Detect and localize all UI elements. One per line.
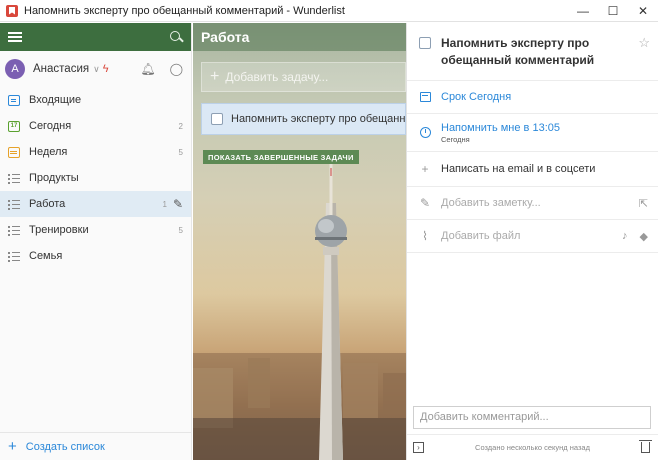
list-icon [8,251,20,262]
minimize-button[interactable]: — [568,0,598,22]
user-row[interactable]: А Анастасия ∨ ϟ 🔔︎ ◯ [0,51,191,87]
wunderlist-logo-icon [6,4,18,17]
sidebar-item-count: 5 [178,147,183,157]
due-date-row[interactable]: Срок Сегодня [407,81,658,114]
chevron-down-icon[interactable]: ∨ [93,64,100,75]
close-button[interactable]: ✕ [628,0,658,22]
paperclip-icon: ⌇ [422,229,428,243]
detail-title[interactable]: Напомнить эксперту про обещанный коммент… [441,35,638,69]
show-completed-button[interactable]: ПОКАЗАТЬ ЗАВЕРШЕННЫЕ ЗАДАЧИ [203,150,359,164]
plus-icon: + [8,438,17,455]
detail-checkbox[interactable] [419,37,431,49]
sidebar-item-workouts[interactable]: Тренировки 5 [0,217,191,243]
microphone-icon[interactable]: ♪ [622,230,628,243]
sidebar-item-label: Входящие [29,94,82,106]
sidebar-item-count: 2 [178,121,183,131]
sidebar: А Анастасия ∨ ϟ 🔔︎ ◯ Входящие 17 Сегодня… [0,23,192,460]
task-title[interactable]: Напомнить эксперту про обещанный коммент… [231,113,405,125]
alarm-clock-icon [419,127,431,138]
lists: Входящие 17 Сегодня 2 Неделя 5 Продукты … [0,87,191,269]
conversations-icon[interactable]: ◯ [170,62,183,76]
user-name[interactable]: Анастасия [33,63,89,75]
collapse-panel-icon[interactable]: › [413,442,424,453]
create-list-button[interactable]: + Создать список [0,432,191,460]
sidebar-item-count: 5 [178,225,183,235]
avatar[interactable]: А [5,59,25,79]
sidebar-item-family[interactable]: Семья [0,243,191,269]
sidebar-item-today[interactable]: 17 Сегодня 2 [0,113,191,139]
note-placeholder[interactable]: Добавить заметку... [441,197,541,209]
sidebar-item-inbox[interactable]: Входящие [0,87,191,113]
pencil-icon: ✎ [419,196,431,210]
list-icon [8,225,20,236]
notifications-bell-icon[interactable]: 🔔︎ [140,62,155,76]
plus-icon: + [210,68,220,85]
created-timestamp: Создано несколько секунд назад [475,443,590,452]
sidebar-item-groceries[interactable]: Продукты [0,165,191,191]
sidebar-item-week[interactable]: Неделя 5 [0,139,191,165]
due-date-label[interactable]: Срок Сегодня [441,91,511,103]
sidebar-item-label: Неделя [29,146,68,158]
open-external-icon[interactable]: ⇱ [639,197,648,210]
maximize-button[interactable]: ☐ [598,0,628,22]
sidebar-header [0,23,191,51]
sidebar-item-label: Сегодня [29,120,72,132]
sidebar-item-label: Семья [29,250,63,262]
search-icon[interactable] [169,30,183,44]
reminder-sub-label: Сегодня [441,134,470,144]
task-list-area: Работа + Добавить задачу... Напомнить эк… [193,23,406,460]
reminder-row[interactable]: Напомнить мне в 13:05 Сегодня [407,114,658,152]
detail-header: Напомнить эксперту про обещанный коммент… [407,23,658,81]
subtask-row[interactable]: + Написать на email и в соцсети [407,152,658,187]
task-row[interactable]: Напомнить эксперту про обещанный коммент… [201,103,406,135]
edit-pencil-icon[interactable]: ✎ [173,197,183,211]
reminder-label[interactable]: Напомнить мне в 13:05 [441,122,560,134]
list-icon [8,199,20,210]
sidebar-item-label: Тренировки [29,224,89,236]
list-icon [8,173,20,184]
file-placeholder[interactable]: Добавить файл [441,230,520,242]
comment-input[interactable]: Добавить комментарий... [413,406,651,429]
add-task-input[interactable]: + Добавить задачу... [201,62,406,92]
task-checkbox[interactable] [211,113,223,125]
sidebar-item-label: Работа [29,198,66,210]
pro-bolt-icon: ϟ [102,63,109,75]
dropbox-icon[interactable]: ◆ [640,230,648,243]
note-row[interactable]: ✎ Добавить заметку... ⇱ [407,187,658,220]
list-title: Работа [193,23,406,51]
calendar-icon [419,92,431,102]
window-title: Напомнить эксперту про обещанный коммент… [24,4,345,17]
hamburger-menu-icon[interactable] [8,32,22,42]
sidebar-item-count: 1 [162,199,167,209]
sidebar-item-work[interactable]: Работа 1 ✎ [0,191,191,217]
today-icon: 17 [8,120,20,132]
plus-icon: + [421,162,429,176]
add-task-placeholder: Добавить задачу... [225,70,329,84]
file-row[interactable]: ⌇ Добавить файл ♪ ◆ [407,220,658,253]
window-titlebar: Напомнить эксперту про обещанный коммент… [0,0,658,22]
subtask-label[interactable]: Написать на email и в соцсети [441,163,595,175]
create-list-label: Создать список [25,440,105,453]
trash-icon[interactable] [639,440,652,453]
week-icon [8,146,20,158]
star-icon[interactable]: ☆ [638,35,650,51]
task-detail-panel: Напомнить эксперту про обещанный коммент… [406,23,658,460]
sidebar-item-label: Продукты [29,172,79,184]
inbox-icon [8,94,20,106]
detail-footer: › Создано несколько секунд назад [407,434,658,460]
